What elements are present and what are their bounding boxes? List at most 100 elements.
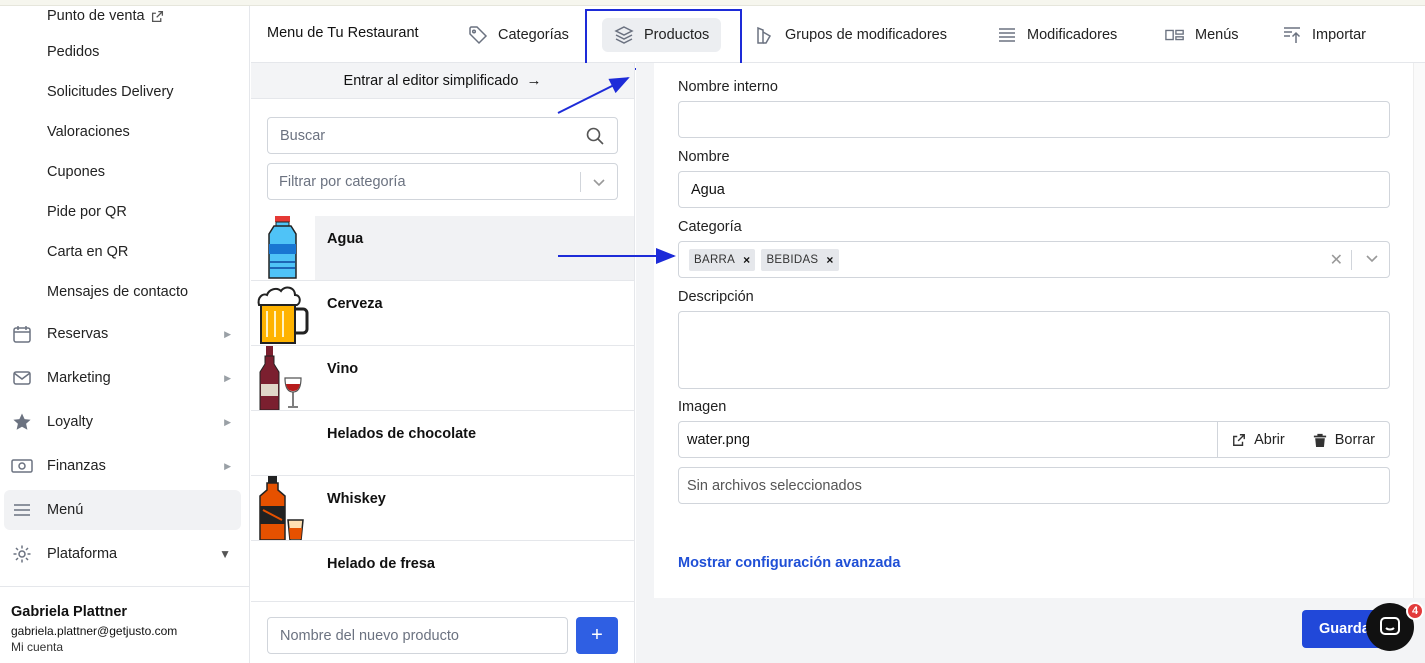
name-label: Nombre <box>678 149 730 165</box>
remove-tag-icon[interactable]: × <box>743 253 750 267</box>
search-field[interactable] <box>267 117 618 154</box>
my-account-link[interactable]: Mi cuenta <box>11 640 63 654</box>
remove-tag-icon[interactable]: × <box>826 253 833 267</box>
external-link-icon <box>151 10 163 22</box>
tab-label: Grupos de modificadores <box>785 27 947 43</box>
user-email: gabriela.plattner@getjusto.com <box>11 624 178 638</box>
sidebar-item-label: Carta en QR <box>47 244 129 260</box>
annotation-highlight-box <box>585 9 742 70</box>
chevron-down-icon[interactable] <box>1365 251 1379 269</box>
category-multiselect[interactable]: BARRA × BEBIDAS × ✕ <box>678 241 1390 278</box>
button-label: Abrir <box>1254 431 1285 448</box>
clear-icon[interactable]: ✕ <box>1330 250 1343 270</box>
list-item[interactable]: Cerveza <box>251 281 634 346</box>
list-item[interactable]: Agua <box>251 216 634 281</box>
tab-importar[interactable]: Importar <box>1270 18 1378 52</box>
tab-categorias[interactable]: Categorías <box>456 18 581 52</box>
delete-image-button[interactable]: Borrar <box>1299 422 1389 457</box>
user-name: Gabriela Plattner <box>11 604 128 620</box>
panel-gutter <box>636 63 654 663</box>
category-filter-select[interactable]: Filtrar por categoría <box>267 163 618 200</box>
sidebar-item-pedidos[interactable]: Pedidos <box>47 42 99 62</box>
tag-label: BEBIDAS <box>766 253 819 266</box>
wine-bottle-icon <box>259 346 302 410</box>
sidebar-item-punto-de-venta[interactable]: Punto de venta <box>47 6 164 26</box>
tab-menus[interactable]: Menús <box>1153 18 1251 52</box>
sidebar-item-menu[interactable]: Menú <box>4 490 241 530</box>
file-input[interactable]: Sin archivos seleccionados <box>678 467 1390 504</box>
menu-lines-icon <box>11 499 33 521</box>
chevron-right-icon: ▶ <box>224 460 231 471</box>
product-name: Vino <box>327 361 359 377</box>
sidebar-item-pide-por-qr[interactable]: Pide por QR <box>47 202 127 222</box>
calendar-icon <box>11 323 33 345</box>
sidebar-item-label: Reservas <box>47 326 109 342</box>
sidebar-divider <box>0 586 249 587</box>
new-product-input[interactable] <box>268 618 567 653</box>
category-tag: BEBIDAS × <box>761 248 839 271</box>
simple-editor-button[interactable]: Entrar al editor simplificado → <box>251 63 634 99</box>
tab-modificadores[interactable]: Modificadores <box>985 18 1129 52</box>
scrollbar[interactable] <box>1413 63 1425 598</box>
search-input[interactable] <box>268 118 585 153</box>
gear-icon <box>11 543 33 565</box>
tab-label: Modificadores <box>1027 27 1118 43</box>
sidebar-item-marketing[interactable]: Marketing ▶ <box>4 358 241 398</box>
sidebar-item-label: Pedidos <box>47 44 100 60</box>
list-item[interactable]: Vino <box>251 346 634 411</box>
category-label: Categoría <box>678 219 742 235</box>
search-icon <box>586 127 604 145</box>
list-item[interactable]: Helados de chocolate <box>251 411 634 476</box>
sidebar-item-label: Valoraciones <box>47 124 130 140</box>
new-product-field[interactable] <box>267 617 568 654</box>
tab-label: Categorías <box>498 27 569 43</box>
category-tag: BARRA × <box>689 248 756 271</box>
name-input[interactable]: Agua <box>678 171 1390 208</box>
internal-name-input[interactable] <box>678 101 1390 138</box>
arrow-right-icon: → <box>526 72 542 89</box>
advanced-settings-link[interactable]: Mostrar configuración avanzada <box>678 555 900 571</box>
products-panel: Entrar al editor simplificado → Filtrar … <box>251 63 635 663</box>
sidebar-item-carta-en-qr[interactable]: Carta en QR <box>47 242 128 262</box>
money-icon <box>11 455 33 477</box>
sidebar-item-plataforma[interactable]: Plataforma ▼ <box>4 534 241 574</box>
panel-divider <box>251 601 634 602</box>
import-icon <box>1282 25 1302 45</box>
mail-icon <box>11 367 33 389</box>
sidebar-item-label: Solicitudes Delivery <box>47 84 174 100</box>
tag-label: BARRA <box>694 253 736 266</box>
top-nav: Menu de Tu Restaurant Categorías Product… <box>251 6 1425 63</box>
sidebar-item-label: Mensajes de contacto <box>47 284 189 300</box>
chevron-down-icon: ▼ <box>219 547 231 561</box>
add-product-button[interactable]: + <box>576 617 618 654</box>
tab-grupos-de-modificadores[interactable]: Grupos de modificadores <box>743 18 959 52</box>
list-item[interactable]: Whiskey <box>251 476 634 541</box>
chevron-right-icon: ▶ <box>224 416 231 427</box>
image-field: water.png Abrir Borrar <box>678 421 1390 458</box>
open-image-button[interactable]: Abrir <box>1217 422 1299 457</box>
description-textarea[interactable] <box>678 311 1390 389</box>
simple-editor-label: Entrar al editor simplificado <box>343 72 519 89</box>
sidebar-item-solicitudes-delivery[interactable]: Solicitudes Delivery <box>47 82 174 102</box>
product-form: Nombre interno Nombre Agua Categoría BAR… <box>654 63 1413 598</box>
selected-row-highlight <box>315 216 634 280</box>
notification-badge: 4 <box>1406 602 1424 620</box>
sidebar-item-reservas[interactable]: Reservas ▶ <box>4 314 241 354</box>
beer-mug-icon <box>257 286 309 344</box>
sidebar-item-valoraciones[interactable]: Valoraciones <box>47 122 130 142</box>
internal-name-label: Nombre interno <box>678 79 778 95</box>
sidebar-item-mensajes-de-contacto[interactable]: Mensajes de contacto <box>47 282 188 302</box>
sidebar-item-finanzas[interactable]: Finanzas ▶ <box>4 446 241 486</box>
description-label: Descripción <box>678 289 754 305</box>
button-label: Borrar <box>1334 431 1375 448</box>
list-item[interactable]: Helado de fresa <box>251 541 634 606</box>
chevron-right-icon: ▶ <box>224 328 231 339</box>
list-icon <box>997 25 1017 45</box>
chat-icon <box>1380 617 1400 635</box>
product-name: Whiskey <box>327 491 386 507</box>
sidebar-item-cupones[interactable]: Cupones <box>47 162 105 182</box>
shapes-icon <box>755 25 775 45</box>
sidebar-item-loyalty[interactable]: Loyalty ▶ <box>4 402 241 442</box>
tab-label: Importar <box>1312 27 1366 43</box>
chevron-right-icon: ▶ <box>224 372 231 383</box>
